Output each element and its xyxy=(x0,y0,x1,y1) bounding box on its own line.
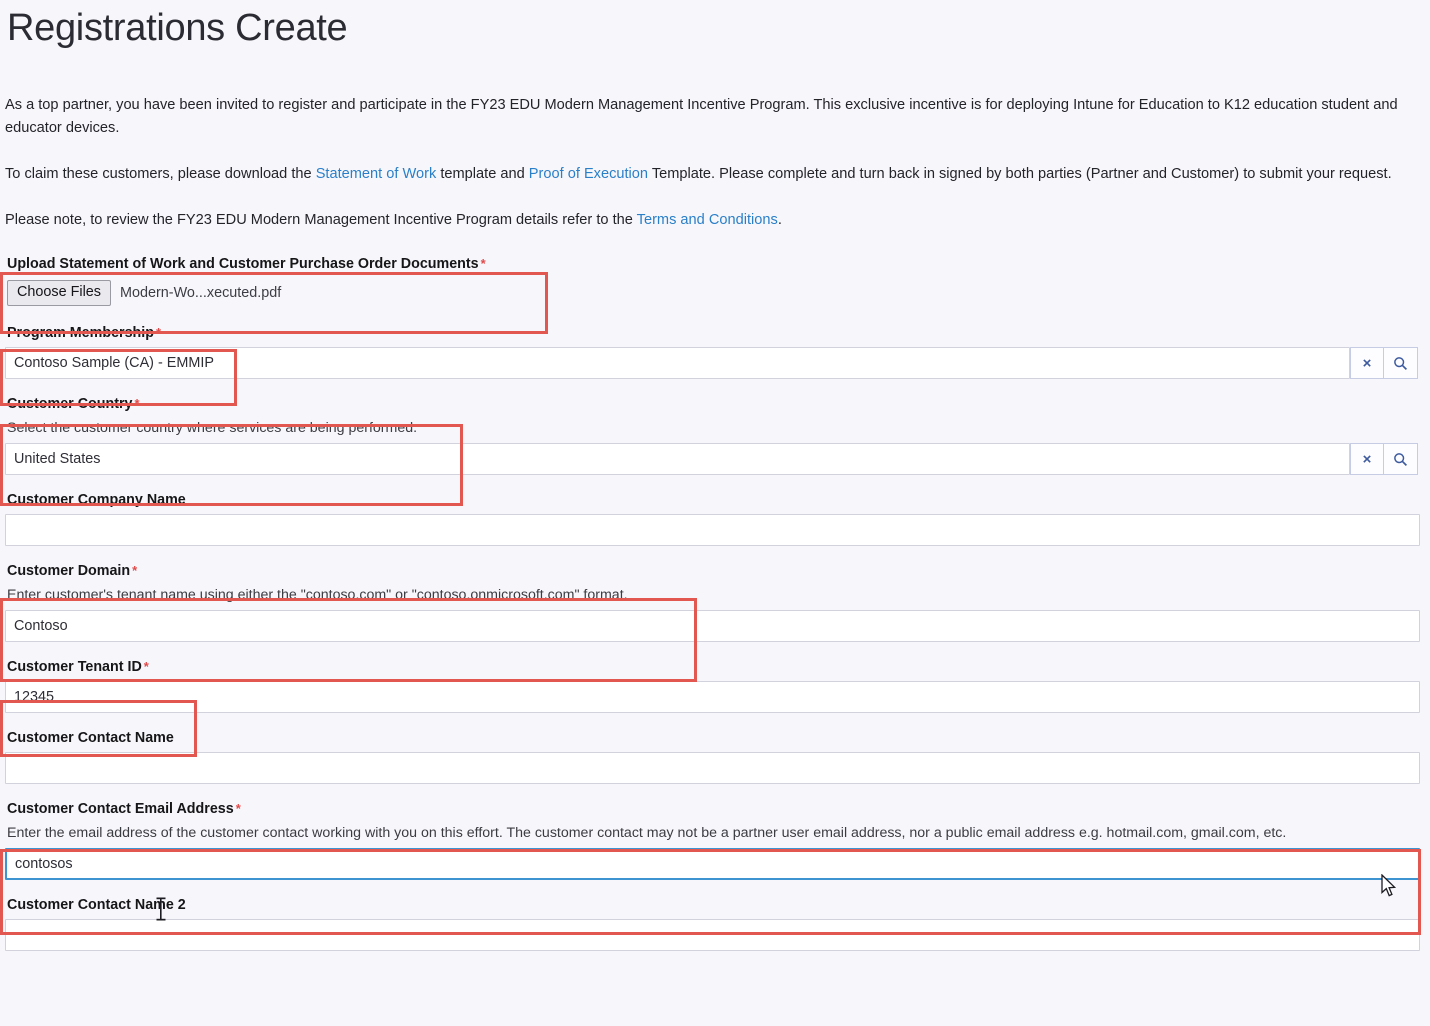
required-asterisk: * xyxy=(480,256,486,271)
field-label-customer-contact-email: Customer Contact Email Address * xyxy=(5,797,1425,823)
magnifier-icon xyxy=(1393,452,1408,467)
customer-contact-name-2-label-text: Customer Contact Name 2 xyxy=(7,897,186,913)
customer-contact-name-label-text: Customer Contact Name xyxy=(7,730,174,746)
close-x-icon: × xyxy=(1362,354,1372,372)
customer-company-name-input-row xyxy=(5,514,1420,546)
field-label-upload-documents: Upload Statement of Work and Customer Pu… xyxy=(5,252,1425,278)
field-label-customer-domain: Customer Domain * xyxy=(5,559,1425,585)
field-customer-company-name: Customer Company Name xyxy=(5,482,1425,553)
program-membership-label-text: Program Membership xyxy=(7,325,154,341)
customer-country-input-row: United States × xyxy=(5,443,1420,475)
intro-paragraph-3: Please note, to review the FY23 EDU Mode… xyxy=(5,186,1422,232)
intro-paragraph-1: As a top partner, you have been invited … xyxy=(5,97,1398,136)
file-upload-row: Choose Files Modern-Wo...xecuted.pdf xyxy=(5,278,1425,308)
field-customer-contact-name: Customer Contact Name xyxy=(5,720,1425,791)
proof-of-execution-link[interactable]: Proof of Execution xyxy=(529,166,648,182)
intro-p2-text-a: To claim these customers, please downloa… xyxy=(5,166,316,182)
required-asterisk: * xyxy=(155,325,162,340)
intro-p3-text-a: Please note, to review the FY23 EDU Mode… xyxy=(5,212,637,228)
field-customer-contact-name-2: Customer Contact Name 2 xyxy=(5,887,1425,958)
intro-p3-text-b: . xyxy=(777,212,782,228)
customer-tenant-id-input-row: 12345 xyxy=(5,681,1420,713)
field-upload-documents: Upload Statement of Work and Customer Pu… xyxy=(5,246,1425,315)
choose-files-button[interactable]: Choose Files xyxy=(7,280,111,306)
field-label-customer-tenant-id: Customer Tenant ID * xyxy=(5,655,1425,681)
required-asterisk: * xyxy=(132,563,138,578)
field-label-customer-company-name: Customer Company Name xyxy=(5,488,1425,514)
customer-country-input[interactable]: United States xyxy=(5,443,1350,475)
customer-tenant-id-input[interactable]: 12345 xyxy=(5,681,1420,713)
customer-tenant-id-label-text: Customer Tenant ID xyxy=(7,659,142,675)
customer-domain-label-text: Customer Domain xyxy=(7,563,131,579)
customer-contact-email-label-text: Customer Contact Email Address xyxy=(7,801,234,817)
program-membership-input[interactable]: Contoso Sample (CA) - EMMIP xyxy=(5,347,1350,379)
customer-contact-email-help-text: Enter the email address of the customer … xyxy=(7,825,1287,841)
intro-text-block: As a top partner, you have been invited … xyxy=(0,78,1430,232)
customer-contact-email-input[interactable]: contosos xyxy=(5,848,1420,880)
field-customer-country: Customer Country * Select the customer co… xyxy=(5,386,1425,482)
field-customer-domain: Customer Domain * Enter customer's tenant… xyxy=(5,553,1425,649)
page-header: Registrations Create xyxy=(0,0,1430,78)
customer-country-clear-button[interactable]: × xyxy=(1350,443,1384,475)
terms-and-conditions-link[interactable]: Terms and Conditions xyxy=(637,212,778,228)
required-asterisk: * xyxy=(235,801,241,816)
program-membership-input-row: Contoso Sample (CA) - EMMIP × xyxy=(5,347,1420,379)
customer-domain-help-text: Enter customer's tenant name using eithe… xyxy=(7,587,628,603)
field-customer-contact-email: Customer Contact Email Address * Enter th… xyxy=(5,791,1425,887)
field-customer-tenant-id: Customer Tenant ID * 12345 xyxy=(5,649,1425,720)
registration-form: Upload Statement of Work and Customer Pu… xyxy=(0,246,1430,958)
customer-country-label-text: Customer Country xyxy=(7,396,133,412)
customer-country-help-text: Select the customer country where servic… xyxy=(7,420,418,436)
intro-p2-text-c: Template. Please complete and turn back … xyxy=(648,166,1392,182)
field-label-customer-contact-name-2: Customer Contact Name 2 xyxy=(5,893,1425,919)
customer-country-search-button[interactable] xyxy=(1384,443,1418,475)
field-label-customer-contact-name: Customer Contact Name xyxy=(5,726,1425,752)
selected-file-name: Modern-Wo...xecuted.pdf xyxy=(119,285,282,301)
required-asterisk: * xyxy=(143,659,149,674)
customer-contact-name-input-row xyxy=(5,752,1420,784)
customer-contact-email-input-row: contosos xyxy=(5,848,1420,880)
field-label-customer-country: Customer Country * xyxy=(5,392,1425,418)
customer-company-name-input[interactable] xyxy=(5,514,1420,546)
intro-p2-text-b: template and xyxy=(436,166,529,182)
field-program-membership: Program Membership * Contoso Sample (CA) … xyxy=(5,315,1425,386)
magnifier-icon xyxy=(1393,356,1408,371)
program-membership-clear-button[interactable]: × xyxy=(1350,347,1384,379)
customer-domain-input[interactable]: Contoso xyxy=(5,610,1420,642)
upload-label-text: Upload Statement of Work and Customer Pu… xyxy=(7,256,479,272)
customer-contact-name-input[interactable] xyxy=(5,752,1420,784)
close-x-icon: × xyxy=(1362,450,1372,468)
customer-domain-input-row: Contoso xyxy=(5,610,1420,642)
statement-of-work-link[interactable]: Statement of Work xyxy=(316,166,437,182)
customer-contact-name-2-input[interactable] xyxy=(5,919,1420,951)
field-label-program-membership: Program Membership * xyxy=(5,321,1425,347)
program-membership-search-button[interactable] xyxy=(1384,347,1418,379)
customer-contact-name-2-input-row xyxy=(5,919,1420,951)
intro-paragraph-2: To claim these customers, please downloa… xyxy=(5,140,1422,186)
required-asterisk: * xyxy=(134,396,140,411)
customer-company-name-label-text: Customer Company Name xyxy=(7,492,186,508)
page-title: Registrations Create xyxy=(7,7,348,49)
